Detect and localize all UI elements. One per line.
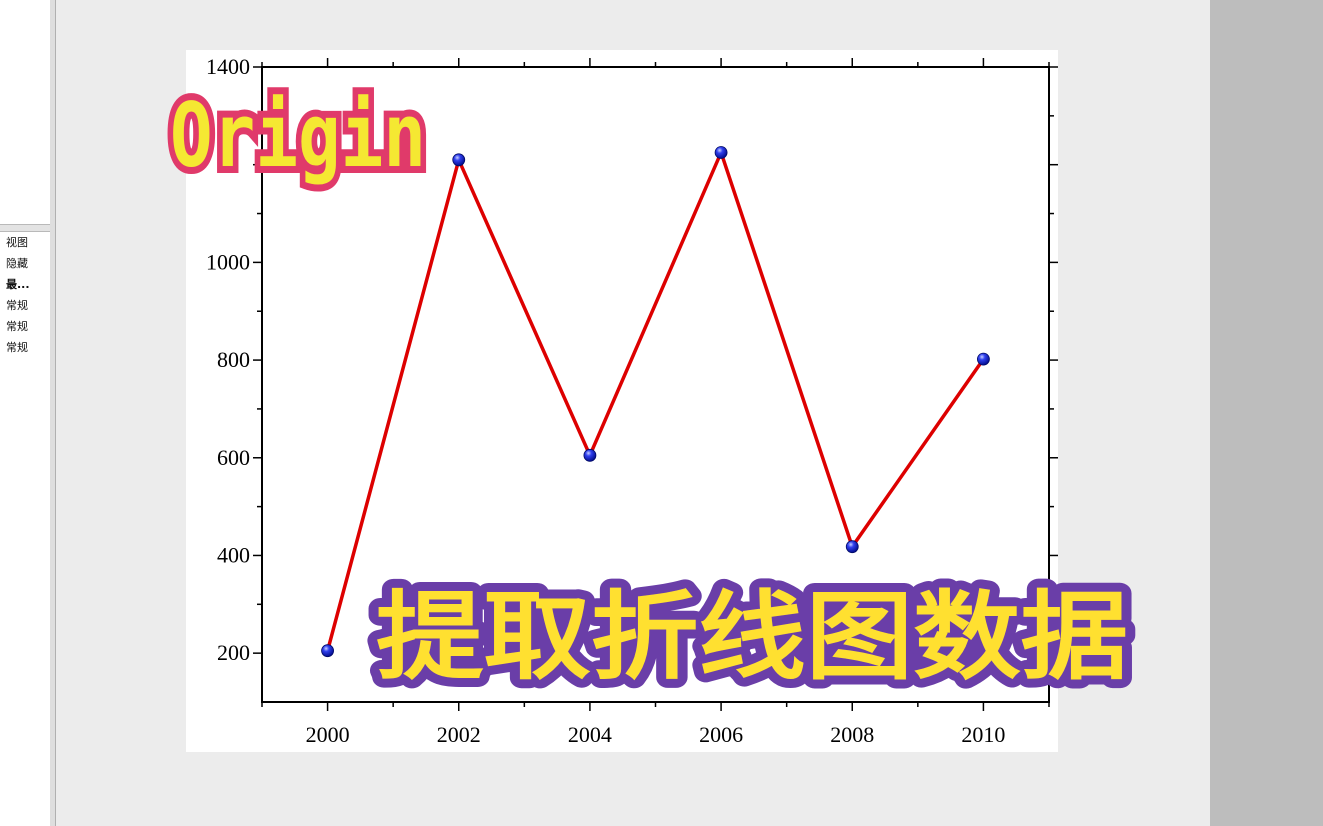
y-tick-label: 1000	[206, 249, 250, 274]
caption-text: 提取折线图数据	[376, 581, 1128, 693]
x-tick-label: 2004	[568, 722, 612, 747]
data-point-marker	[321, 644, 334, 658]
object-manager-panel: 视图 隐藏 最... 常规 常规 常规	[0, 0, 51, 826]
list-item[interactable]: 常规	[0, 295, 48, 316]
panel-splitter[interactable]	[0, 224, 50, 232]
origin-logo-badge: Origin	[163, 86, 433, 192]
list-item[interactable]: 隐藏	[0, 253, 48, 274]
x-tick-label: 2002	[437, 722, 481, 747]
overlay-caption: 提取折线图数据	[367, 572, 1137, 702]
workspace-background	[1210, 0, 1323, 826]
window-gutter[interactable]	[50, 0, 56, 826]
list-item[interactable]: 常规	[0, 337, 48, 358]
y-tick-label: 800	[217, 347, 250, 372]
origin-logo-text: Origin	[170, 86, 426, 187]
y-tick-label: 1400	[206, 54, 250, 79]
x-tick-label: 2008	[830, 722, 874, 747]
y-tick-label: 600	[217, 445, 250, 470]
list-item[interactable]: 最...	[0, 274, 48, 295]
x-tick-label: 2000	[306, 722, 350, 747]
list-item[interactable]: 常规	[0, 316, 48, 337]
list-item[interactable]: 视图	[0, 232, 48, 253]
data-point-marker	[714, 146, 728, 159]
data-point-marker	[845, 540, 859, 554]
data-point-marker	[977, 352, 990, 366]
data-point-marker	[583, 448, 597, 462]
y-tick-label: 400	[217, 542, 250, 567]
x-tick-label: 2010	[961, 722, 1005, 747]
x-tick-label: 2006	[699, 722, 743, 747]
data-point-marker	[452, 153, 466, 167]
object-list: 视图 隐藏 最... 常规 常规 常规	[0, 232, 48, 358]
y-tick-label: 200	[217, 640, 250, 665]
